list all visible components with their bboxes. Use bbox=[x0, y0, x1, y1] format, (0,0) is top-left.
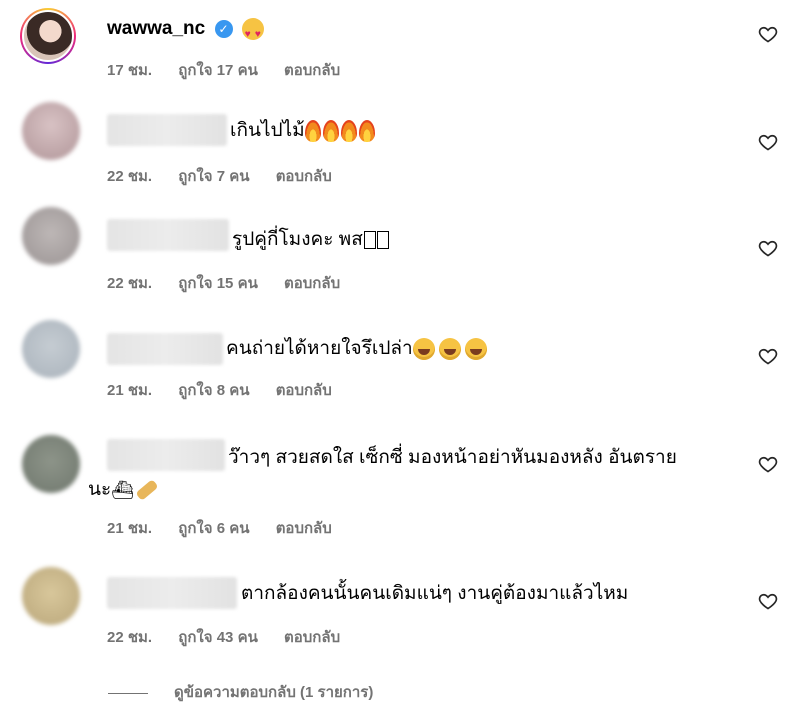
blurred-username bbox=[107, 114, 227, 146]
heart-icon[interactable] bbox=[757, 132, 779, 152]
view-replies-label: ดูข้อความตอบกลับ (1 รายการ) bbox=[174, 684, 374, 701]
bandage-emoji-icon bbox=[135, 479, 159, 501]
divider-line bbox=[108, 692, 148, 694]
avatar[interactable] bbox=[22, 567, 80, 625]
comment-time: 21 ชม. bbox=[107, 520, 153, 537]
comment-text: ตากล้องคนนั้นคนเดิมแน่ๆ งานคู่ต้องมาแล้ว… bbox=[241, 583, 629, 604]
avatar[interactable] bbox=[22, 207, 80, 265]
reply-button[interactable]: ตอบกลับ bbox=[276, 382, 332, 399]
comment-username[interactable]: wawwa_nc bbox=[107, 18, 205, 39]
comment-likes[interactable]: ถูกใจ 6 คน bbox=[178, 520, 249, 537]
comment-likes[interactable]: ถูกใจ 7 คน bbox=[178, 168, 249, 185]
comment-time: 22 ชม. bbox=[107, 629, 153, 646]
comment-text-continued: นะ bbox=[88, 479, 112, 501]
comment-likes[interactable]: ถูกใจ 8 คน bbox=[178, 382, 249, 399]
avatar[interactable] bbox=[20, 8, 76, 64]
reply-button[interactable]: ตอบกลับ bbox=[276, 520, 332, 537]
reply-button[interactable]: ตอบกลับ bbox=[284, 629, 340, 646]
comment-text: ว๊าวๆ สวยสดใส เซ็กซี่ มองหน้าอย่าหันมองห… bbox=[228, 447, 677, 468]
comment-text: คนถ่ายได้หายใจรึเปล่า bbox=[226, 338, 413, 359]
ship-emoji-icon: ⛴ bbox=[111, 480, 135, 500]
heart-eyes-emoji-icon bbox=[241, 17, 264, 50]
reply-button[interactable]: ตอบกลับ bbox=[276, 168, 332, 185]
verified-badge-icon: ✓ bbox=[214, 19, 233, 38]
laughing-emoji-icon bbox=[412, 337, 491, 360]
comment-text: รูปคู่กี่โมงคะ พส bbox=[232, 229, 363, 250]
reply-button[interactable]: ตอบกลับ bbox=[284, 275, 340, 292]
avatar[interactable] bbox=[22, 435, 80, 493]
comment-time: 22 ชม. bbox=[107, 275, 153, 292]
comment-likes[interactable]: ถูกใจ 15 คน bbox=[178, 275, 258, 292]
fire-emoji-icon bbox=[304, 119, 377, 142]
heart-icon[interactable] bbox=[757, 238, 779, 258]
comment-text: เกินไปไม้ bbox=[230, 120, 305, 141]
comment-time: 21 ชม. bbox=[107, 382, 153, 399]
heart-icon[interactable] bbox=[757, 591, 779, 611]
avatar[interactable] bbox=[22, 320, 80, 378]
heart-icon[interactable] bbox=[757, 454, 779, 474]
view-replies-button[interactable]: ดูข้อความตอบกลับ (1 รายการ) bbox=[108, 680, 373, 704]
blurred-username bbox=[107, 333, 223, 365]
reply-button[interactable]: ตอบกลับ bbox=[284, 62, 340, 79]
comment-likes[interactable]: ถูกใจ 43 คน bbox=[178, 629, 258, 646]
blurred-username bbox=[107, 577, 237, 609]
comment-time: 22 ชม. bbox=[107, 168, 153, 185]
comment-time: 17 ชม. bbox=[107, 62, 153, 79]
heart-icon[interactable] bbox=[757, 346, 779, 366]
heart-icon[interactable] bbox=[757, 24, 779, 44]
blurred-username bbox=[107, 219, 229, 251]
blurred-username bbox=[107, 439, 225, 471]
comment-likes[interactable]: ถูกใจ 17 คน bbox=[178, 62, 258, 79]
avatar[interactable] bbox=[22, 102, 80, 160]
